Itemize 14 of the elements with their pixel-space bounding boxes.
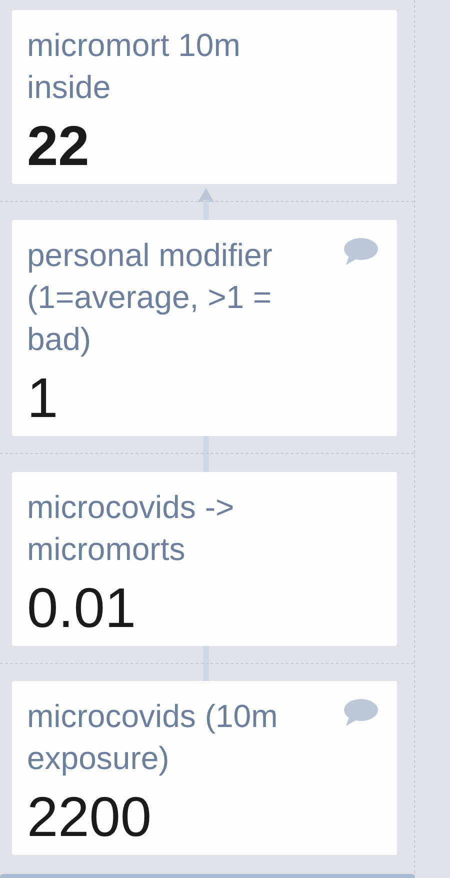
metric-card[interactable]: micromort 10m inside 22 <box>12 10 397 184</box>
metric-card[interactable]: microcovids -> micromorts 0.01 <box>12 472 397 646</box>
metric-value: 22 <box>27 114 90 178</box>
metric-card[interactable]: personal modifier (1=average, >1 = bad) 1 <box>12 220 397 436</box>
metric-name: personal modifier (1=average, >1 = bad) <box>27 236 274 359</box>
metric-name: microcovids (10m exposure) <box>27 697 279 778</box>
metric-value: 0.01 <box>27 576 136 640</box>
metric-card[interactable]: microcovids (10m exposure) 2200 <box>12 681 397 855</box>
metric-value: 1 <box>27 366 58 430</box>
comment-icon[interactable] <box>343 236 379 266</box>
comment-icon[interactable] <box>343 697 379 727</box>
metric-name: microcovids -> micromorts <box>27 488 236 569</box>
metric-value: 2200 <box>27 785 152 849</box>
metric-name: micromort 10m inside <box>27 26 242 107</box>
